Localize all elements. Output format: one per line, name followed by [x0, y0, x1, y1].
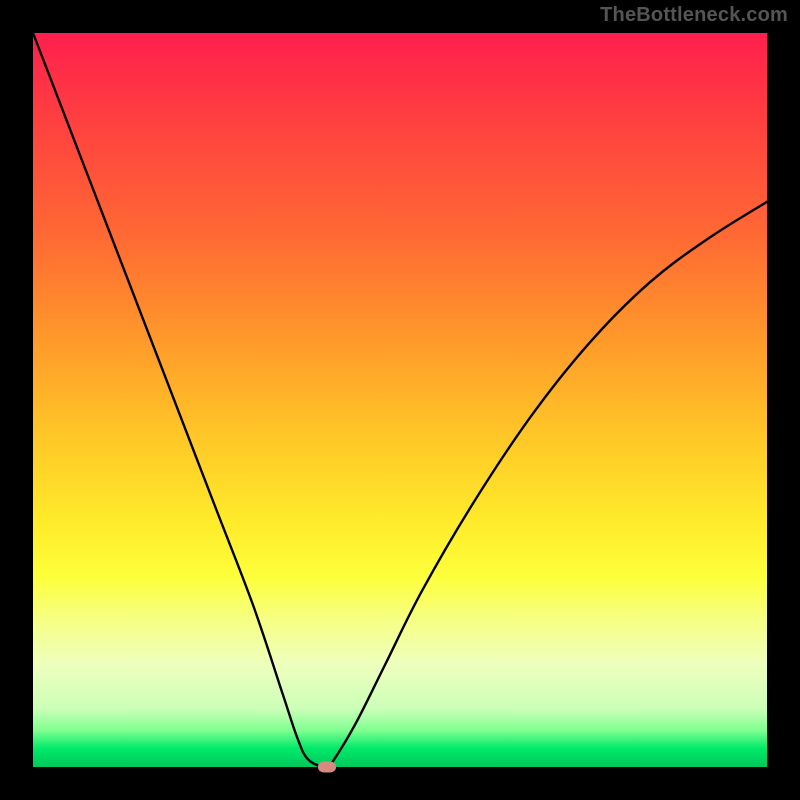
minimum-marker	[318, 762, 336, 773]
chart-frame: TheBottleneck.com	[0, 0, 800, 800]
curve-svg	[33, 33, 767, 767]
plot-area	[33, 33, 767, 767]
bottleneck-curve	[33, 33, 767, 767]
watermark-text: TheBottleneck.com	[600, 4, 788, 27]
